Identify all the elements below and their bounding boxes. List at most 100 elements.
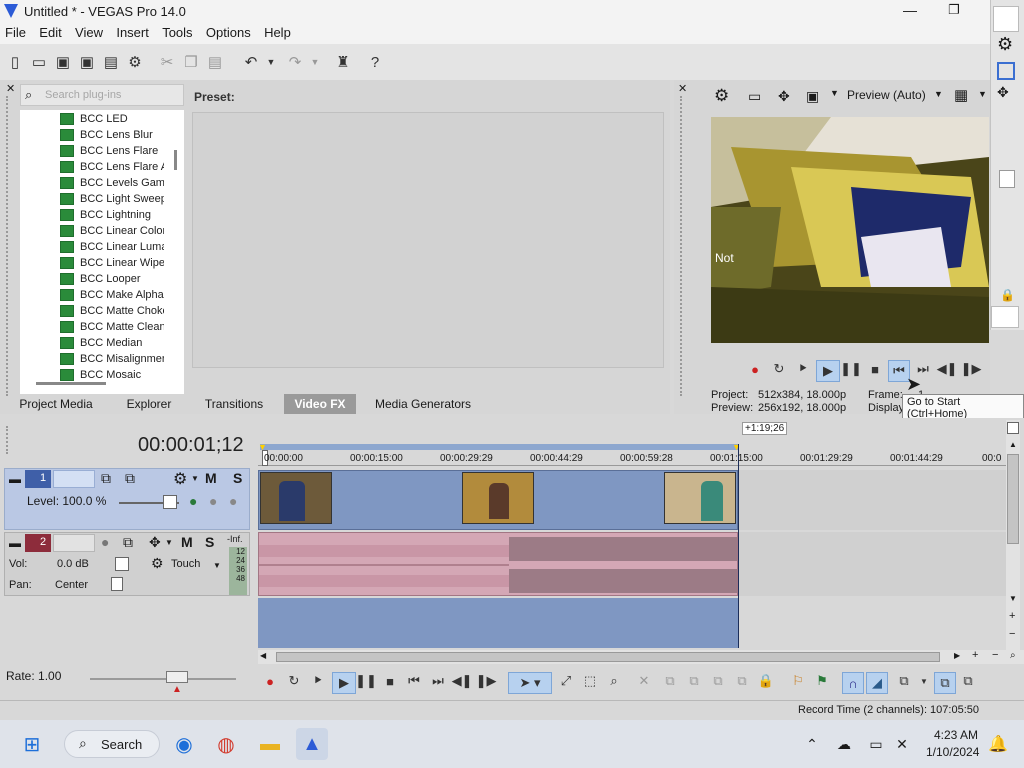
copy-icon[interactable]: ❐ <box>182 53 200 71</box>
timeline-grip[interactable] <box>6 426 12 454</box>
previous-frame-icon[interactable]: ◀❚ <box>937 360 958 378</box>
lock-icon[interactable]: 🔒 <box>1000 288 1015 302</box>
scroll-down-icon[interactable]: ▼ <box>1009 594 1017 603</box>
zoom-in-vertical-icon[interactable]: + <box>1009 610 1015 622</box>
record-icon[interactable]: ● <box>260 672 280 690</box>
tray-chevron-icon[interactable]: ⌃ <box>796 728 828 760</box>
plugin-list-item[interactable]: BCC Looper <box>60 271 164 287</box>
preview-settings-gear-icon[interactable]: ⚙ <box>714 86 729 106</box>
loop-icon[interactable]: ↻ <box>284 672 304 690</box>
snapping-button[interactable]: ∩ <box>842 672 864 694</box>
preview-close-icon[interactable]: ✕ <box>678 82 687 95</box>
timecode-display[interactable]: 00:00:01;12 <box>138 434 244 457</box>
whats-this-help-icon[interactable]: ? <box>366 53 384 71</box>
vegas-taskbar-icon[interactable]: ▲ <box>296 728 328 760</box>
windows-start-icon[interactable]: ⊞ <box>16 728 48 760</box>
audio-mute-button[interactable]: M <box>181 534 193 550</box>
plugin-list-item[interactable]: BCC LED <box>60 111 164 127</box>
plugin-list-item[interactable]: BCC Lens Flare Ac <box>60 159 164 175</box>
preview-grip[interactable] <box>680 96 686 396</box>
menu-edit[interactable]: Edit <box>34 24 66 41</box>
loop-region-bar[interactable] <box>260 444 738 450</box>
split-screen-icon[interactable]: ✥ <box>997 84 1009 101</box>
plugin-list-item[interactable]: BCC Levels Gamm <box>60 175 164 191</box>
zoom-tool-icon[interactable]: ⌕ <box>604 672 624 690</box>
child-composite-icon[interactable]: ● <box>229 493 237 509</box>
pan-slider-thumb[interactable] <box>111 577 123 591</box>
plugin-list-item[interactable]: BCC Linear Wipe <box>60 255 164 271</box>
plugin-list-item[interactable]: BCC Mosaic <box>60 367 164 383</box>
tab-project-media[interactable]: Project Media <box>12 394 100 414</box>
ignore-grouping-icon[interactable]: ⧉ <box>958 672 978 690</box>
plugin-list-item[interactable]: BCC Median <box>60 335 164 351</box>
timeline-empty-area[interactable] <box>258 598 738 648</box>
zoom-out-vertical-icon[interactable]: − <box>1009 628 1015 640</box>
parent-composite-icon[interactable]: ● <box>209 493 217 509</box>
redo-icon[interactable]: ↷ <box>286 53 304 71</box>
horizontal-scroll-thumb[interactable] <box>276 652 940 662</box>
trim-icon[interactable]: ⧉ <box>660 672 680 690</box>
panel-grip[interactable] <box>6 96 12 396</box>
render-icon[interactable]: ▤ <box>102 53 120 71</box>
tab-explorer[interactable]: Explorer <box>114 394 184 414</box>
play-from-start-icon[interactable]: ⯈ <box>794 360 812 378</box>
scroll-left-icon[interactable]: ◀ <box>260 651 266 660</box>
plugin-list-item[interactable]: BCC Make Alpha K <box>60 287 164 303</box>
timeline-go-start-icon[interactable]: ⏮ <box>404 672 424 690</box>
audio-solo-button[interactable]: S <box>205 534 214 550</box>
split-view-icon[interactable]: ✥ <box>778 88 790 105</box>
plugin-list-item[interactable]: BCC Linear Color K <box>60 223 164 239</box>
dock-close-button[interactable] <box>993 6 1019 32</box>
volume-slider-thumb[interactable] <box>115 557 129 571</box>
auto-crossfade-button[interactable]: ◢ <box>866 672 888 694</box>
new-file-icon[interactable]: ▯ <box>6 53 24 71</box>
timeline-go-end-icon[interactable]: ⏭ <box>428 672 448 690</box>
rate-slider-track[interactable] <box>90 678 236 680</box>
volume-muted-icon[interactable]: ✕ <box>886 728 918 760</box>
plugin-list-scrollbar[interactable] <box>174 150 177 170</box>
track-collapse-icon[interactable]: ▬ <box>9 472 21 486</box>
pause-icon[interactable]: ❚❚ <box>840 360 862 378</box>
ripple-dropdown-icon[interactable]: ▼ <box>914 672 934 690</box>
track-name-field[interactable] <box>53 470 95 488</box>
insert-region-icon[interactable]: ⚑ <box>812 672 832 690</box>
tab-video-fx[interactable]: Video FX <box>284 394 356 414</box>
loop-playback-icon[interactable]: ↻ <box>770 360 788 378</box>
taskbar-search[interactable]: ⌕ Search <box>64 730 160 758</box>
network-icon[interactable]: ☁ <box>828 728 860 760</box>
overlays-grid-icon[interactable]: ▦ <box>954 86 968 104</box>
redo-dropdown-icon[interactable]: ▼ <box>306 53 324 71</box>
plugin-list-item[interactable]: BCC Linear Luma K <box>60 239 164 255</box>
menu-tools[interactable]: Tools <box>157 24 197 41</box>
zoom-in-horizontal-icon[interactable]: + <box>972 649 978 661</box>
next-frame-icon[interactable]: ❚▶ <box>961 360 982 378</box>
vertical-scroll-thumb[interactable] <box>1007 454 1019 544</box>
touch-mode-label[interactable]: Touch <box>171 558 200 570</box>
ripple-edit-icon[interactable]: ⧉ <box>894 672 914 690</box>
scroll-right-icon[interactable]: ▶ <box>954 651 960 660</box>
notification-bell-icon[interactable]: 🔔 <box>982 728 1014 760</box>
undo-dropdown-icon[interactable]: ▼ <box>262 53 280 71</box>
selection-tool-icon[interactable]: ⬚ <box>580 672 600 690</box>
timeline-stop-icon[interactable]: ■ <box>380 672 400 690</box>
play-button[interactable]: ▶ <box>816 360 840 382</box>
audio-fx-dropdown-icon[interactable]: ▼ <box>165 538 173 547</box>
compositing-icon[interactable]: ⧉ <box>125 470 135 487</box>
plugin-list-item[interactable]: BCC Matte Cleanu <box>60 319 164 335</box>
video-solo-button[interactable]: S <box>233 470 242 486</box>
lock-envelopes-button[interactable]: ⧉ <box>934 672 956 694</box>
play-from-start-icon[interactable]: ⯈ <box>308 672 328 690</box>
audio-event[interactable] <box>258 532 738 596</box>
envelope-tool-icon[interactable]: ⤢ <box>556 672 576 690</box>
rate-slider-thumb[interactable] <box>166 671 188 683</box>
taskbar-date[interactable]: 1/10/2024 <box>926 745 979 759</box>
minimize-button[interactable]: — <box>900 2 920 22</box>
properties-gear-icon[interactable]: ⚙ <box>126 53 144 71</box>
normal-edit-tool-button[interactable]: ➤ ▾ <box>508 672 552 694</box>
blend-mode-icon[interactable]: ● <box>189 493 197 509</box>
chrome-icon[interactable]: ◍ <box>210 728 242 760</box>
timeline-body[interactable]: ▼ ▼ +1:19;26 <box>258 422 1006 648</box>
paste-icon[interactable]: ▤ <box>206 53 224 71</box>
timeline-horizontal-scrollbar[interactable]: ◀ ▶ + − ⌕ <box>258 649 1024 664</box>
open-folder-icon[interactable]: ▭ <box>30 53 48 71</box>
